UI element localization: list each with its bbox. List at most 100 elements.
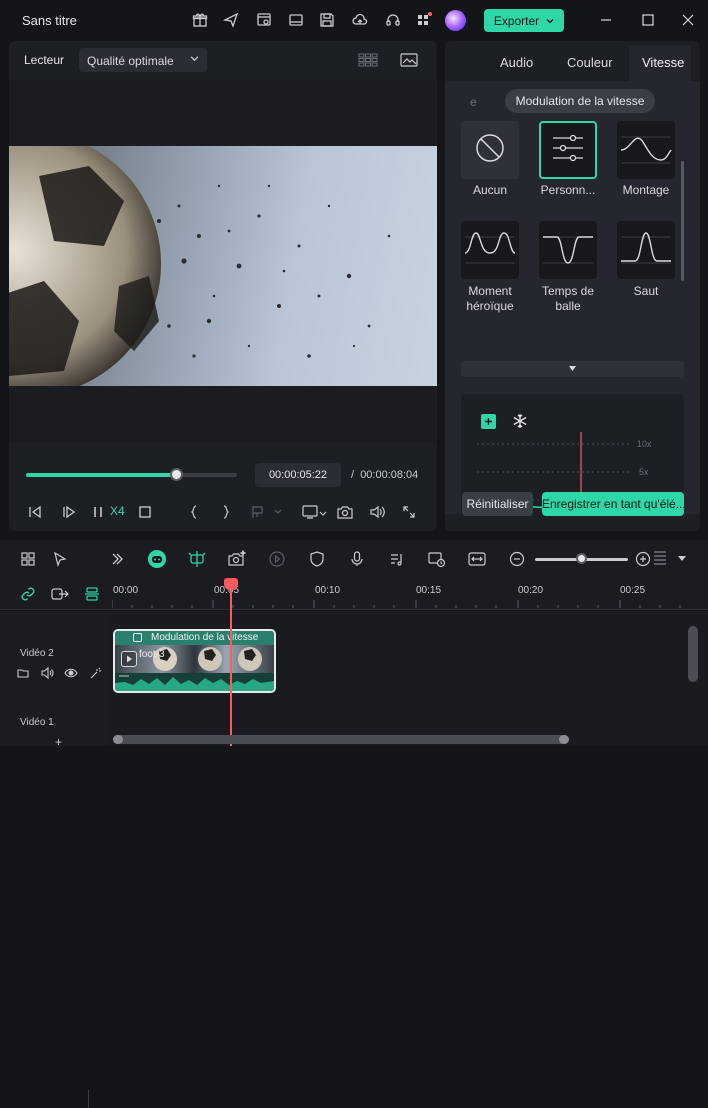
export-button[interactable]: Exporter bbox=[484, 9, 564, 32]
quality-value: Qualité optimale bbox=[87, 54, 174, 68]
ruler-ticks bbox=[112, 600, 681, 608]
tab-audio[interactable]: Audio bbox=[500, 55, 533, 70]
eye-icon[interactable] bbox=[63, 665, 79, 681]
previous-frame-icon[interactable] bbox=[24, 501, 46, 523]
add-keyframe-icon[interactable] bbox=[481, 414, 496, 429]
speed-badge: X4 bbox=[110, 504, 125, 518]
tab-couleur[interactable]: Couleur bbox=[567, 55, 613, 70]
current-timecode[interactable]: 00:00:05:22 bbox=[255, 463, 341, 487]
scrubber-handle[interactable] bbox=[169, 468, 183, 481]
video-clip[interactable]: Modulation de la vitesse foot-3 bbox=[113, 629, 276, 693]
select-tool-icon[interactable] bbox=[50, 549, 70, 569]
tab-vitesse[interactable]: Vitesse bbox=[642, 55, 684, 70]
timeline-vertical-scrollbar[interactable] bbox=[688, 626, 698, 682]
microphone-icon[interactable] bbox=[347, 549, 367, 569]
more-options-icon[interactable] bbox=[672, 549, 692, 569]
preset-custom-label: Personn... bbox=[540, 183, 596, 197]
play-circle-icon[interactable] bbox=[267, 549, 287, 569]
apps-grid-icon[interactable] bbox=[414, 10, 434, 30]
cloud-upload-icon[interactable] bbox=[350, 10, 370, 30]
ai-cut-icon[interactable] bbox=[187, 549, 207, 569]
properties-panel: Audio Couleur Vitesse e Modulation de la… bbox=[445, 41, 700, 531]
clip-settings-icon[interactable] bbox=[427, 549, 447, 569]
marker-dropdown-icon[interactable] bbox=[247, 501, 285, 523]
ruler-tick: 00:10 bbox=[315, 585, 341, 596]
layout-grid-icon[interactable] bbox=[18, 549, 38, 569]
track-lanes-icon[interactable] bbox=[83, 585, 101, 603]
presets-expand-bar[interactable] bbox=[461, 361, 684, 377]
speed-ramping-tab[interactable]: Modulation de la vitesse bbox=[505, 89, 655, 113]
display-settings-icon[interactable] bbox=[301, 501, 329, 523]
partial-mode-tab[interactable]: e bbox=[470, 95, 477, 109]
freeze-frame-icon[interactable] bbox=[512, 413, 528, 429]
timeline-horizontal-scrollbar[interactable] bbox=[113, 735, 569, 744]
minimize-icon[interactable] bbox=[596, 10, 616, 30]
curve-label-5x: 5x bbox=[639, 467, 649, 477]
speaker-icon[interactable] bbox=[39, 665, 55, 681]
link-icon[interactable] bbox=[19, 585, 37, 603]
layout-icon[interactable] bbox=[286, 10, 306, 30]
play-icon[interactable] bbox=[58, 501, 80, 523]
ruler-tick: 00:15 bbox=[416, 585, 442, 596]
media-settings-icon[interactable] bbox=[254, 10, 274, 30]
speed-settings: e Modulation de la vitesse Aucun Personn… bbox=[445, 81, 700, 531]
reset-button[interactable]: Réinitialiser bbox=[462, 492, 533, 516]
close-icon[interactable] bbox=[678, 10, 698, 30]
gift-icon[interactable] bbox=[190, 10, 210, 30]
chevron-down-icon bbox=[546, 18, 554, 23]
playhead-line[interactable] bbox=[230, 580, 232, 746]
preset-jump[interactable] bbox=[617, 221, 675, 279]
scrollbar-right-handle[interactable] bbox=[559, 735, 569, 744]
curve-label-10x: 10x bbox=[637, 439, 652, 449]
caret-down-icon bbox=[569, 366, 576, 371]
send-icon[interactable] bbox=[221, 10, 241, 30]
save-icon[interactable] bbox=[317, 10, 337, 30]
preset-custom[interactable] bbox=[539, 121, 597, 179]
snap-icon[interactable] bbox=[51, 585, 69, 603]
title-bar: Sans titre Exporter bbox=[0, 0, 708, 40]
zoom-out-icon[interactable] bbox=[507, 549, 527, 569]
preset-jump-label: Saut bbox=[633, 284, 659, 298]
scrollbar-left-handle[interactable] bbox=[113, 735, 123, 744]
mark-out-icon[interactable] bbox=[215, 501, 237, 523]
pause-icon[interactable] bbox=[90, 501, 106, 523]
timeline-ruler[interactable]: 00:00 00:05 00:10 00:15 00:20 00:25 bbox=[0, 578, 708, 610]
none-icon bbox=[476, 134, 504, 162]
presets-scrollbar[interactable] bbox=[681, 161, 684, 281]
preset-bullet[interactable] bbox=[539, 221, 597, 279]
toolbar-divider bbox=[88, 1090, 89, 1108]
zoom-slider-handle[interactable] bbox=[575, 553, 587, 564]
playhead-handle[interactable] bbox=[224, 578, 238, 590]
ai-camera-icon[interactable] bbox=[227, 549, 247, 569]
player-label: Lecteur bbox=[24, 53, 65, 67]
ai-avatar-icon[interactable] bbox=[445, 10, 466, 31]
headset-icon[interactable] bbox=[383, 10, 403, 30]
preset-hero[interactable] bbox=[461, 221, 519, 279]
stop-icon[interactable] bbox=[134, 501, 156, 523]
preset-montage[interactable] bbox=[617, 121, 675, 179]
magic-wand-icon[interactable] bbox=[87, 665, 103, 681]
expand-chevrons-icon[interactable] bbox=[107, 549, 127, 569]
fullscreen-icon[interactable] bbox=[398, 501, 420, 523]
camera-snapshot-icon[interactable] bbox=[334, 501, 356, 523]
mark-in-icon[interactable] bbox=[183, 501, 205, 523]
shield-icon[interactable] bbox=[307, 549, 327, 569]
grid-view-icon[interactable] bbox=[357, 51, 379, 69]
video-preview[interactable] bbox=[9, 80, 437, 442]
folder-icon[interactable] bbox=[15, 665, 31, 681]
image-snapshot-icon[interactable] bbox=[398, 51, 420, 69]
volume-icon[interactable] bbox=[366, 501, 388, 523]
music-list-icon[interactable] bbox=[387, 549, 407, 569]
maximize-icon[interactable] bbox=[638, 10, 658, 30]
preset-hero-label: Moment héroïque bbox=[466, 284, 514, 313]
add-track-icon[interactable]: + bbox=[55, 735, 62, 749]
quality-select[interactable]: Qualité optimale bbox=[79, 48, 207, 72]
fit-width-icon[interactable] bbox=[467, 549, 487, 569]
ai-robot-icon[interactable] bbox=[147, 549, 167, 569]
preset-none[interactable] bbox=[461, 121, 519, 179]
chevron-down-icon bbox=[190, 56, 199, 62]
ruler-tick: 00:00 bbox=[113, 585, 139, 596]
track-height-icon[interactable] bbox=[650, 549, 670, 569]
save-preset-button[interactable]: Enregistrer en tant qu'élé... bbox=[542, 492, 684, 516]
playback-scrubber[interactable] bbox=[26, 468, 237, 481]
